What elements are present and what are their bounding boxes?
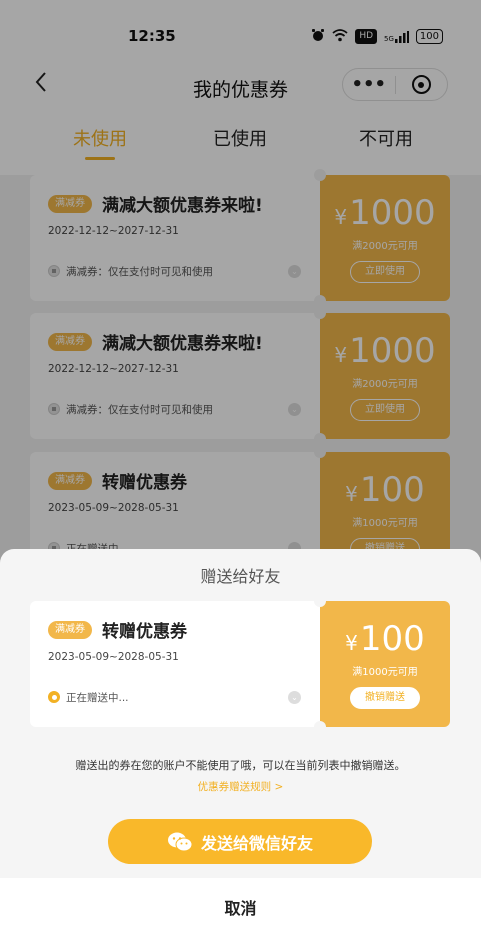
wechat-icon	[167, 832, 193, 852]
send-to-wechat-friend-button[interactable]: 发送给微信好友	[108, 819, 372, 864]
sheet-title: 赠送给好友	[200, 567, 281, 586]
coupon-info: 满减券 转赠优惠券 2023-05-09~2028-05-31 正在赠送中...…	[30, 601, 320, 727]
cancel-button[interactable]: 取消	[0, 895, 481, 919]
coupon-date-range: 2023-05-09~2028-05-31	[48, 651, 179, 663]
coupon-type-badge: 满减券	[48, 621, 92, 639]
gift-coupon-card: 满减券 转赠优惠券 2023-05-09~2028-05-31 正在赠送中...…	[30, 595, 450, 733]
gift-rules-link[interactable]: 优惠券赠送规则 >	[0, 779, 481, 794]
expand-chevron-icon[interactable]: ⌄	[288, 691, 301, 704]
coupon-value: ¥100 满1000元可用 撤销赠送	[314, 595, 450, 733]
gifting-icon	[48, 691, 60, 703]
coupon-page: 12:35 HD 5G 100 我的优惠券 ••• 未使用 已使用 不可用 满减…	[0, 0, 481, 935]
amount-value: 100	[359, 619, 425, 659]
coupon-condition: 满1000元可用	[352, 667, 418, 678]
coupon-amount: ¥100	[320, 619, 450, 659]
coupon-title: 转赠优惠券	[102, 622, 187, 642]
send-button-label: 发送给微信好友	[200, 833, 313, 853]
revoke-gift-button[interactable]: 撤销赠送	[350, 687, 420, 709]
cancel-area: 取消	[0, 878, 481, 935]
gift-notice: 赠送出的券在您的账户不能使用了哦，可以在当前列表中撤销赠送。	[75, 759, 406, 772]
gift-bottom-sheet: 赠送给好友 满减券 转赠优惠券 2023-05-09~2028-05-31 正在…	[0, 549, 481, 935]
currency-symbol: ¥	[345, 631, 358, 655]
coupon-status: 正在赠送中...	[66, 692, 129, 704]
